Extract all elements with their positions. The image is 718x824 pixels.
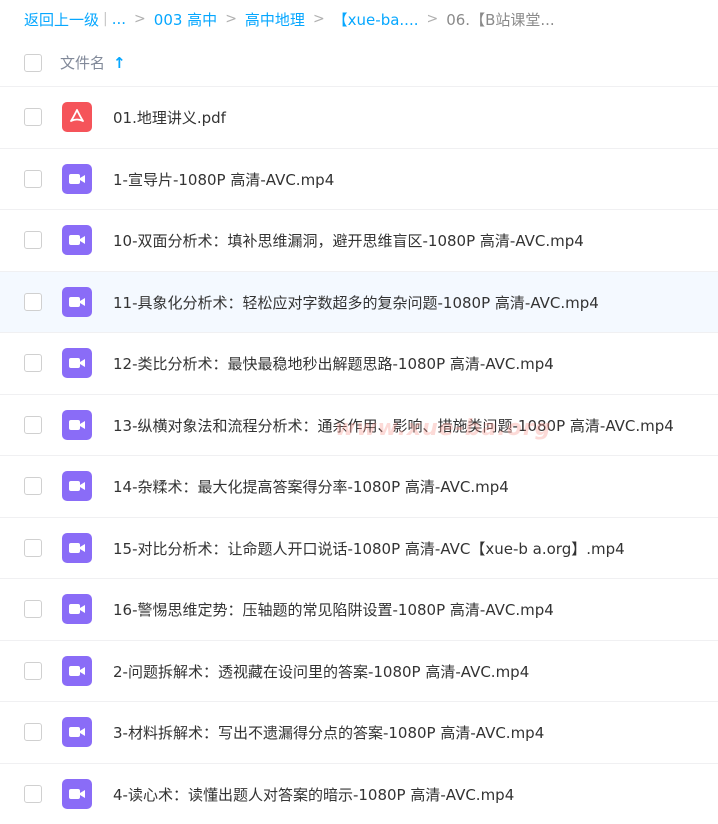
file-row[interactable]: 11-具象化分析术：轻松应对字数超多的复杂问题-1080P 高清-AVC.mp4 <box>0 271 718 333</box>
row-checkbox[interactable] <box>24 108 42 126</box>
breadcrumb-ellipsis[interactable]: ... <box>112 10 126 28</box>
video-file-icon <box>62 287 92 317</box>
breadcrumb-item-xueba[interactable]: 【xue-ba.... <box>333 9 419 30</box>
video-file-icon <box>62 410 92 440</box>
chevron-right-icon: > <box>426 11 438 27</box>
row-checkbox[interactable] <box>24 539 42 557</box>
breadcrumb: 返回上一级 | ... > 003 高中 > 高中地理 > 【xue-ba...… <box>24 8 555 30</box>
file-list: 01.地理讲义.pdf 1-宣导片-1080P 高清-AVC.mp4 10-双面分析… <box>0 86 718 824</box>
file-name[interactable]: 11-具象化分析术：轻松应对字数超多的复杂问题-1080P 高清-AVC.mp4 <box>113 292 599 313</box>
file-name[interactable]: 3-材料拆解术：写出不遗漏得分点的答案-1080P 高清-AVC.mp4 <box>113 722 544 743</box>
row-checkbox[interactable] <box>24 231 42 249</box>
breadcrumb-item-geography[interactable]: 高中地理 <box>245 9 305 30</box>
file-name[interactable]: 2-问题拆解术：透视藏在设问里的答案-1080P 高清-AVC.mp4 <box>113 661 529 682</box>
row-checkbox[interactable] <box>24 662 42 680</box>
video-file-icon <box>62 225 92 255</box>
file-name[interactable]: 1-宣导片-1080P 高清-AVC.mp4 <box>113 169 334 190</box>
row-checkbox[interactable] <box>24 354 42 372</box>
file-name[interactable]: 10-双面分析术：填补思维漏洞，避开思维盲区-1080P 高清-AVC.mp4 <box>113 230 584 251</box>
chevron-right-icon: > <box>313 11 325 27</box>
file-name[interactable]: 12-类比分析术：最快最稳地秒出解题思路-1080P 高清-AVC.mp4 <box>113 353 554 374</box>
video-file-icon <box>62 656 92 686</box>
sort-by-name[interactable]: 文件名 ↑ <box>60 52 126 73</box>
video-file-icon <box>62 471 92 501</box>
row-checkbox[interactable] <box>24 723 42 741</box>
video-file-icon <box>62 533 92 563</box>
pdf-file-icon <box>62 102 92 132</box>
video-file-icon <box>62 348 92 378</box>
file-row[interactable]: 01.地理讲义.pdf <box>0 86 718 148</box>
file-name[interactable]: 16-警惕思维定势：压轴题的常见陷阱设置-1080P 高清-AVC.mp4 <box>113 599 554 620</box>
file-row[interactable]: 2-问题拆解术：透视藏在设问里的答案-1080P 高清-AVC.mp4 <box>0 640 718 702</box>
chevron-right-icon: > <box>225 11 237 27</box>
file-row[interactable]: 4-读心术：读懂出题人对答案的暗示-1080P 高清-AVC.mp4 <box>0 763 718 824</box>
file-row[interactable]: 13-纵横对象法和流程分析术：通杀作用、影响、措施类问题-1080P 高清-AV… <box>0 394 718 456</box>
file-row[interactable]: 15-对比分析术：让命题人开口说话-1080P 高清-AVC【xue-b a.o… <box>0 517 718 579</box>
row-checkbox[interactable] <box>24 293 42 311</box>
file-name[interactable]: 13-纵横对象法和流程分析术：通杀作用、影响、措施类问题-1080P 高清-AV… <box>113 415 674 436</box>
breadcrumb-item-003[interactable]: 003 高中 <box>154 9 217 30</box>
file-name[interactable]: 15-对比分析术：让命题人开口说话-1080P 高清-AVC【xue-b a.o… <box>113 538 625 559</box>
row-checkbox[interactable] <box>24 477 42 495</box>
file-name[interactable]: 01.地理讲义.pdf <box>113 107 226 128</box>
file-row[interactable]: 3-材料拆解术：写出不遗漏得分点的答案-1080P 高清-AVC.mp4 <box>0 701 718 763</box>
row-checkbox[interactable] <box>24 600 42 618</box>
file-row[interactable]: 16-警惕思维定势：压轴题的常见陷阱设置-1080P 高清-AVC.mp4 <box>0 578 718 640</box>
video-file-icon <box>62 164 92 194</box>
breadcrumb-current: 06.【B站课堂... <box>446 9 554 30</box>
divider: | <box>103 11 108 27</box>
chevron-right-icon: > <box>134 11 146 27</box>
file-row[interactable]: 1-宣导片-1080P 高清-AVC.mp4 <box>0 148 718 210</box>
row-checkbox[interactable] <box>24 416 42 434</box>
row-checkbox[interactable] <box>24 170 42 188</box>
file-row[interactable]: 10-双面分析术：填补思维漏洞，避开思维盲区-1080P 高清-AVC.mp4 <box>0 209 718 271</box>
back-link[interactable]: 返回上一级 <box>24 9 99 30</box>
file-name[interactable]: 14-杂糅术：最大化提高答案得分率-1080P 高清-AVC.mp4 <box>113 476 509 497</box>
video-file-icon <box>62 594 92 624</box>
list-header: 文件名 ↑ <box>0 40 718 86</box>
select-all-checkbox[interactable] <box>24 54 42 72</box>
video-file-icon <box>62 717 92 747</box>
video-file-icon <box>62 779 92 809</box>
column-label: 文件名 <box>60 52 105 73</box>
file-row[interactable]: 12-类比分析术：最快最稳地秒出解题思路-1080P 高清-AVC.mp4 <box>0 332 718 394</box>
row-checkbox[interactable] <box>24 785 42 803</box>
arrow-up-icon: ↑ <box>113 54 126 72</box>
file-row[interactable]: 14-杂糅术：最大化提高答案得分率-1080P 高清-AVC.mp4 <box>0 455 718 517</box>
file-name[interactable]: 4-读心术：读懂出题人对答案的暗示-1080P 高清-AVC.mp4 <box>113 784 514 805</box>
